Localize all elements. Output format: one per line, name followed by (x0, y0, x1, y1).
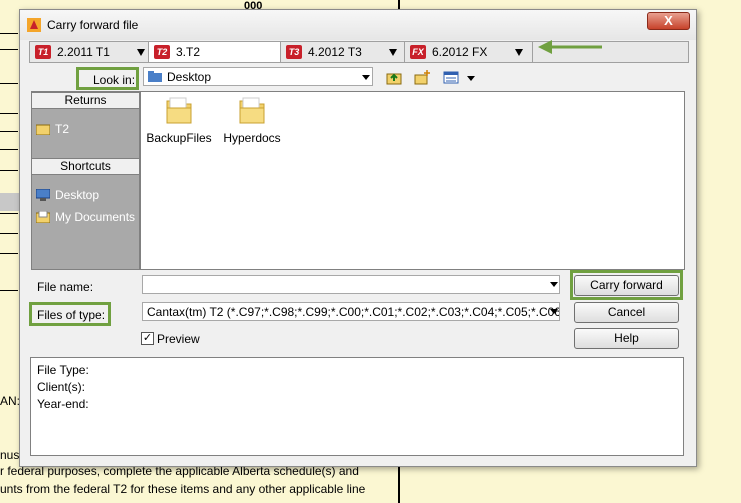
tab-t2[interactable]: T2 3.T2 (149, 42, 281, 62)
files-of-type-select[interactable]: Cantax(tm) T2 (*.C97;*.C98;*.C99;*.C00;*… (142, 302, 560, 321)
up-folder-icon[interactable] (386, 70, 402, 85)
dialog-title: Carry forward file (47, 18, 139, 32)
cancel-button[interactable]: Cancel (574, 302, 679, 323)
chevron-down-icon[interactable] (362, 75, 370, 80)
background-text-line: unts from the federal T2 for these items… (0, 482, 366, 496)
files-of-type-value: Cantax(tm) T2 (*.C97;*.C98;*.C99;*.C00;*… (147, 305, 560, 319)
clients-label: Client(s): (37, 380, 86, 394)
carry-forward-button[interactable]: Carry forward (574, 275, 679, 296)
shortcuts-header: Shortcuts (32, 158, 139, 175)
file-type-label: File Type: (37, 363, 89, 377)
background-fragment-nus: nus (0, 448, 20, 462)
tab-label: 4.2012 T3 (308, 45, 362, 59)
t2-badge-icon: T2 (154, 45, 170, 59)
sidebar-item-t2[interactable]: T2 (36, 122, 69, 136)
preview-checkbox[interactable]: ✓ (141, 332, 154, 345)
year-end-label: Year-end: (37, 397, 89, 411)
tab-label: 6.2012 FX (432, 45, 488, 59)
folder-icon (36, 124, 50, 135)
files-of-type-label: Files of type: (37, 308, 106, 322)
tab-label: 2.2011 T1 (57, 45, 110, 59)
chevron-down-icon[interactable] (550, 282, 558, 287)
file-name-input[interactable] (142, 275, 560, 294)
background-gray-cell (0, 193, 20, 211)
tab-2011-t1[interactable]: T1 2.2011 T1 (30, 42, 149, 62)
file-name-label: File name: (37, 280, 94, 294)
file-name-label: BackupFiles (146, 131, 212, 145)
chevron-down-icon[interactable] (515, 49, 523, 56)
chevron-down-icon[interactable] (467, 76, 475, 81)
background-fragment-an: AN: (0, 394, 21, 408)
tab-2012-fx[interactable]: FX 6.2012 FX (405, 42, 533, 62)
chevron-down-icon[interactable] (550, 309, 558, 314)
sidebar-item-desktop[interactable]: Desktop (36, 188, 99, 202)
look-in-label: Look in: (93, 73, 136, 87)
view-menu-icon[interactable] (443, 70, 459, 85)
folder-icon (239, 97, 265, 124)
file-list-area[interactable]: BackupFiles Hyperdocs (140, 91, 685, 270)
sidebar-item-label: T2 (55, 122, 70, 136)
app-icon (27, 18, 41, 32)
file-item-backupfiles[interactable]: BackupFiles (144, 95, 214, 145)
sidebar-item-label: My Documents (55, 210, 136, 224)
help-button[interactable]: Help (574, 328, 679, 349)
sidebar-item-label: Desktop (55, 188, 100, 202)
places-sidebar: Returns T2 Shortcuts Desktop My Document… (31, 91, 140, 270)
look-in-value: Desktop (167, 70, 212, 84)
tab-2012-t3[interactable]: T3 4.2012 T3 (281, 42, 405, 62)
sidebar-item-my-documents[interactable]: My Documents (36, 210, 135, 224)
t1-badge-icon: T1 (35, 45, 51, 59)
chevron-down-icon[interactable] (137, 49, 145, 56)
desktop-icon (36, 189, 50, 201)
chevron-down-icon[interactable] (389, 49, 397, 56)
folder-icon (166, 97, 192, 124)
close-button[interactable]: X (647, 12, 690, 30)
t3-badge-icon: T3 (286, 45, 302, 59)
annotation-arrow-icon (538, 40, 602, 54)
documents-folder-icon (36, 211, 50, 223)
file-item-hyperdocs[interactable]: Hyperdocs (217, 95, 287, 145)
preview-label: Preview (157, 332, 200, 346)
background-form-lines (0, 0, 18, 503)
title-bar[interactable]: Carry forward file X (20, 10, 696, 40)
tab-label: 3.T2 (176, 45, 201, 59)
folder-icon (148, 71, 162, 82)
look-in-select[interactable]: Desktop (143, 67, 373, 86)
file-info-panel: File Type: Client(s): Year-end: (30, 357, 684, 456)
returns-header: Returns (32, 92, 139, 109)
file-name-label: Hyperdocs (223, 131, 281, 145)
fx-badge-icon: FX (410, 45, 426, 59)
new-folder-icon[interactable] (414, 70, 430, 85)
